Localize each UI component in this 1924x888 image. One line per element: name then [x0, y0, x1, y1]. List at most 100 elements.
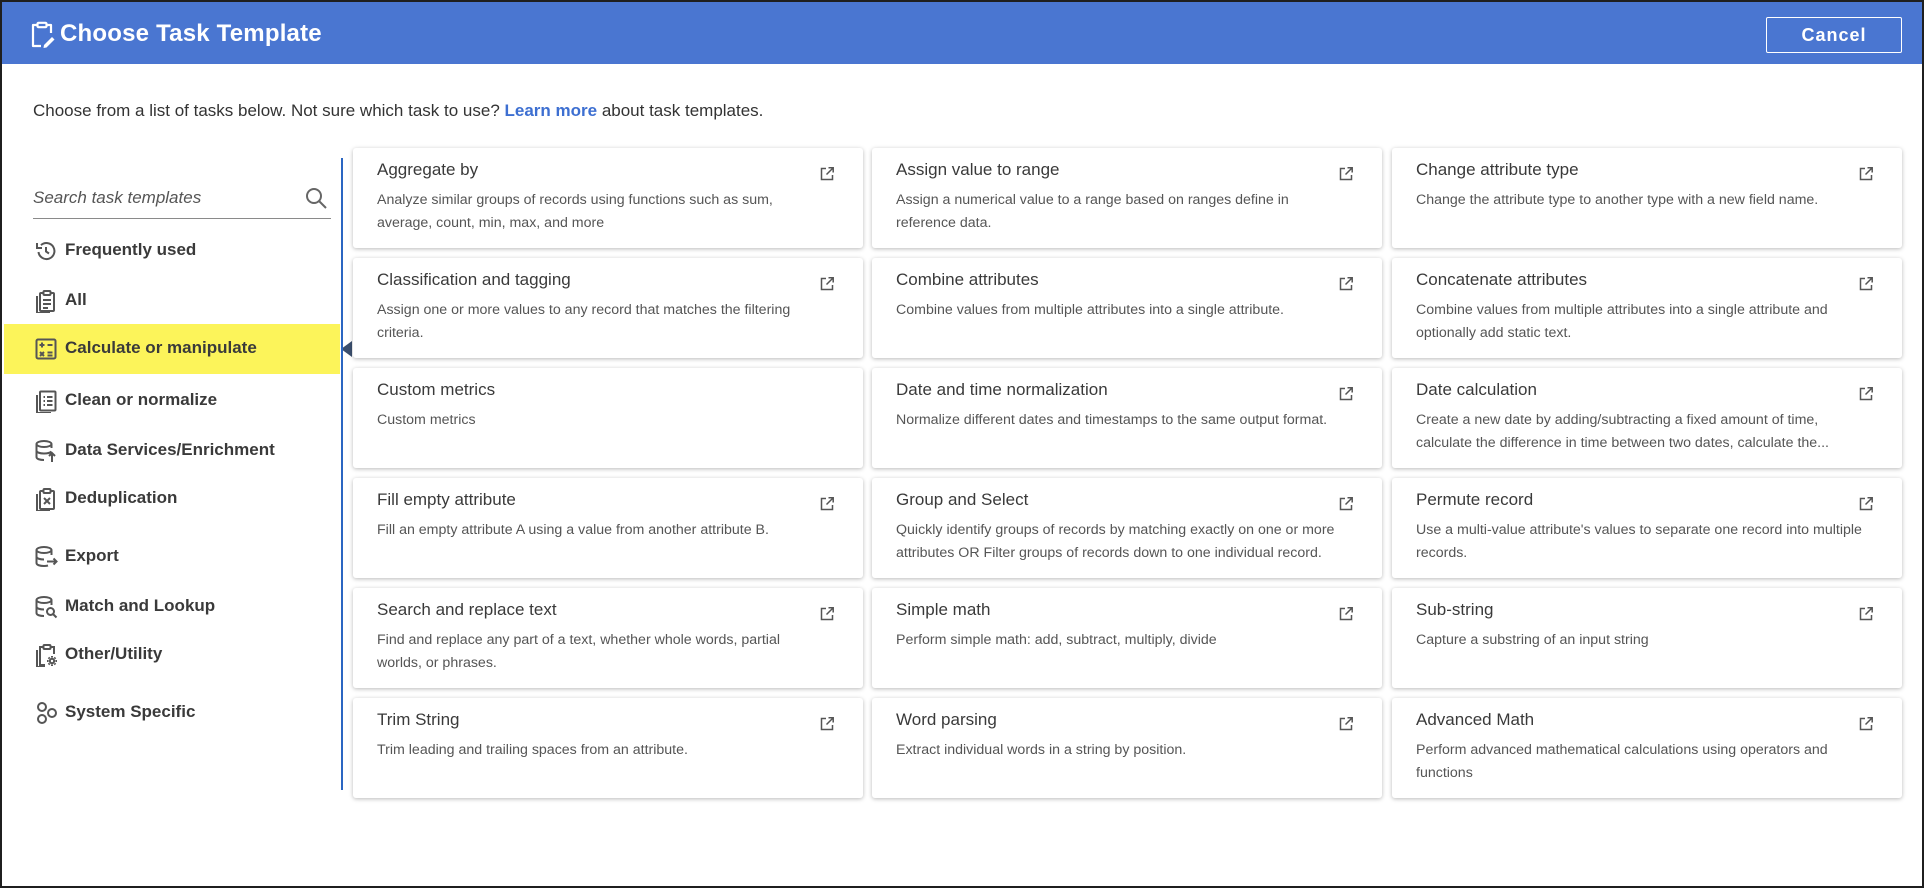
database-upload-icon: [34, 439, 58, 463]
open-external-icon[interactable]: [819, 166, 835, 182]
open-external-icon[interactable]: [819, 496, 835, 512]
template-card-classification-and-tagging[interactable]: Classification and tagging Assign one or …: [353, 258, 863, 358]
template-description: Assign a numerical value to a range base…: [896, 192, 1289, 231]
sidebar-item-data-services-enrichment[interactable]: Data Services/Enrichment: [4, 426, 340, 476]
template-description: Fill an empty attribute A using a value …: [377, 522, 769, 538]
template-card-search-and-replace-text[interactable]: Search and replace text Find and replace …: [353, 588, 863, 688]
sidebar-item-label: Data Services/Enrichment: [65, 440, 275, 459]
clipboard-edit-icon: [29, 21, 55, 49]
cancel-button[interactable]: Cancel: [1766, 17, 1902, 53]
dialog-title: Choose Task Template: [60, 20, 322, 47]
sidebar-item-calculate-or-manipulate[interactable]: Calculate or manipulate: [4, 324, 352, 374]
template-card-assign-value-to-range[interactable]: Assign value to range Assign a numerical …: [872, 148, 1382, 248]
template-card-simple-math[interactable]: Simple math Perform simple math: add, sub…: [872, 588, 1382, 688]
template-title: Search and replace text: [377, 600, 557, 619]
search-box: [33, 180, 331, 219]
open-external-icon[interactable]: [1858, 386, 1874, 402]
sidebar-item-export[interactable]: Export: [4, 532, 340, 582]
open-external-icon[interactable]: [819, 276, 835, 292]
open-external-icon[interactable]: [819, 606, 835, 622]
template-description: Capture a substring of an input string: [1416, 632, 1649, 648]
template-description: Change the attribute type to another typ…: [1416, 192, 1819, 208]
template-title: Change attribute type: [1416, 160, 1579, 179]
template-description: Use a multi-value attribute's values to …: [1416, 522, 1862, 561]
template-card-permute-record[interactable]: Permute record Use a multi-value attribut…: [1392, 478, 1902, 578]
sidebar-item-other-utility[interactable]: Other/Utility: [4, 630, 340, 680]
template-card-aggregate-by[interactable]: Aggregate by Analyze similar groups of re…: [353, 148, 863, 248]
template-title: Trim String: [377, 710, 460, 729]
sidebar-item-system-specific[interactable]: System Specific: [4, 688, 340, 738]
sidebar-item-label: All: [65, 290, 87, 309]
open-external-icon[interactable]: [1338, 716, 1354, 732]
template-card-custom-metrics[interactable]: Custom metrics Custom metrics: [353, 368, 863, 468]
task-template-dialog: Choose Task Template Cancel Choose from …: [0, 0, 1924, 888]
sidebar-item-label: Export: [65, 546, 119, 565]
template-title: Date and time normalization: [896, 380, 1108, 399]
template-title: Assign value to range: [896, 160, 1060, 179]
template-description: Combine values from multiple attributes …: [896, 302, 1284, 318]
open-external-icon[interactable]: [1858, 496, 1874, 512]
template-title: Simple math: [896, 600, 991, 619]
history-icon: [34, 239, 58, 263]
open-external-icon[interactable]: [1338, 386, 1354, 402]
template-card-date-and-time-normalization[interactable]: Date and time normalization Normalize dif…: [872, 368, 1382, 468]
template-description: Custom metrics: [377, 412, 476, 428]
open-external-icon[interactable]: [1338, 276, 1354, 292]
template-description: Analyze similar groups of records using …: [377, 192, 773, 231]
open-external-icon[interactable]: [1858, 606, 1874, 622]
sidebar-item-label: Calculate or manipulate: [65, 338, 257, 357]
template-card-sub-string[interactable]: Sub-string Capture a substring of an inpu…: [1392, 588, 1902, 688]
clipboard-gear-icon: [34, 643, 58, 667]
clipboard-remove-icon: [34, 487, 58, 511]
intro-text: Choose from a list of tasks below. Not s…: [33, 101, 763, 121]
calculator-icon: [34, 337, 58, 361]
template-card-advanced-math[interactable]: Advanced Math Perform advanced mathematic…: [1392, 698, 1902, 798]
template-title: Word parsing: [896, 710, 997, 729]
template-title: Concatenate attributes: [1416, 270, 1588, 289]
open-external-icon[interactable]: [819, 716, 835, 732]
template-card-date-calculation[interactable]: Date calculation Create a new date by add…: [1392, 368, 1902, 468]
sidebar-item-frequently-used[interactable]: Frequently used: [4, 226, 340, 276]
template-description: Create a new date by adding/subtracting …: [1416, 412, 1829, 451]
template-card-fill-empty-attribute[interactable]: Fill empty attribute Fill an empty attrib…: [353, 478, 863, 578]
template-description: Combine values from multiple attributes …: [1416, 302, 1828, 341]
sidebar-item-clean-or-normalize[interactable]: Clean or normalize: [4, 376, 340, 426]
template-description: Quickly identify groups of records by ma…: [896, 522, 1335, 561]
template-card-trim-string[interactable]: Trim String Trim leading and trailing spa…: [353, 698, 863, 798]
sidebar-item-label: Clean or normalize: [65, 390, 218, 409]
template-description: Find and replace any part of a text, whe…: [377, 632, 780, 671]
template-title: Classification and tagging: [377, 270, 571, 289]
sidebar-item-match-and-lookup[interactable]: Match and Lookup: [4, 582, 340, 632]
template-description: Perform simple math: add, subtract, mult…: [896, 632, 1217, 648]
sidebar-item-label: Frequently used: [65, 240, 197, 259]
search-icon[interactable]: [304, 186, 328, 210]
template-description: Assign one or more values to any record …: [377, 302, 791, 341]
open-external-icon[interactable]: [1338, 606, 1354, 622]
template-card-combine-attributes[interactable]: Combine attributes Combine values from mu…: [872, 258, 1382, 358]
template-card-group-and-select[interactable]: Group and Select Quickly identify groups …: [872, 478, 1382, 578]
sidebar-item-label: System Specific: [65, 702, 196, 721]
template-card-change-attribute-type[interactable]: Change attribute type Change the attribut…: [1392, 148, 1902, 248]
database-search-icon: [34, 595, 58, 619]
template-title: Advanced Math: [1416, 710, 1535, 729]
sidebar-item-all[interactable]: All: [4, 276, 340, 326]
sidebar-divider: [341, 158, 343, 790]
template-title: Fill empty attribute: [377, 490, 516, 509]
open-external-icon[interactable]: [1858, 716, 1874, 732]
sidebar-item-label: Match and Lookup: [65, 596, 216, 615]
learn-more-link[interactable]: Learn more: [505, 101, 598, 120]
sidebar-item-deduplication[interactable]: Deduplication: [4, 474, 340, 524]
open-external-icon[interactable]: [1858, 276, 1874, 292]
template-title: Sub-string: [1416, 600, 1494, 619]
template-title: Group and Select: [896, 490, 1029, 509]
open-external-icon[interactable]: [1338, 496, 1354, 512]
intro-suffix: about task templates.: [597, 101, 764, 120]
template-card-concatenate-attributes[interactable]: Concatenate attributes Combine values fro…: [1392, 258, 1902, 358]
template-title: Custom metrics: [377, 380, 496, 399]
open-external-icon[interactable]: [1858, 166, 1874, 182]
dialog-header: Choose Task Template Cancel: [2, 2, 1922, 64]
clipboard-list-icon: [34, 289, 58, 313]
open-external-icon[interactable]: [1338, 166, 1354, 182]
template-card-word-parsing[interactable]: Word parsing Extract individual words in …: [872, 698, 1382, 798]
search-input[interactable]: [33, 184, 288, 212]
